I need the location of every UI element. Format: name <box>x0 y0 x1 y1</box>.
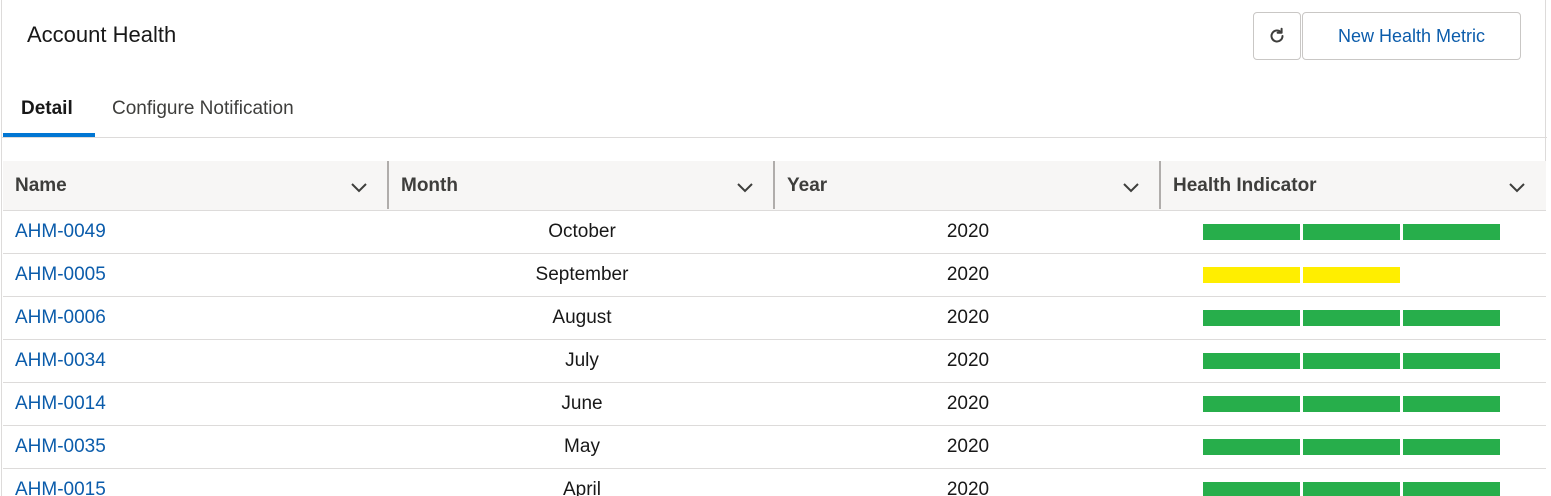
table-row: AHM-0005 September 2020 <box>3 254 1546 297</box>
health-indicator-segment <box>1303 224 1400 240</box>
tab-bar: Detail Configure Notification <box>2 80 1547 138</box>
health-indicator-segment <box>1303 353 1400 369</box>
health-indicator-bar <box>1203 267 1400 283</box>
health-metrics-table: Name Month Year Health Indicator AHM-004… <box>3 161 1546 496</box>
health-indicator-segment <box>1203 310 1300 326</box>
health-indicator-bar <box>1203 482 1500 496</box>
health-indicator-segment <box>1403 310 1500 326</box>
month-cell: April <box>562 479 601 496</box>
year-cell: 2020 <box>946 221 990 242</box>
table-row: AHM-0049 October 2020 <box>3 211 1546 254</box>
health-indicator-segment <box>1403 439 1500 455</box>
column-header-health-indicator[interactable]: Health Indicator <box>1161 161 1317 211</box>
year-cell: 2020 <box>946 264 990 285</box>
year-cell: 2020 <box>946 479 990 496</box>
record-name-link[interactable]: AHM-0006 <box>15 297 106 339</box>
health-indicator-bar <box>1203 224 1500 240</box>
record-name-link[interactable]: AHM-0034 <box>15 340 106 382</box>
table-header-row: Name Month Year Health Indicator <box>3 161 1546 211</box>
health-indicator-segment <box>1403 353 1500 369</box>
health-indicator-bar <box>1203 310 1500 326</box>
chevron-down-icon[interactable] <box>735 177 755 197</box>
month-cell: June <box>561 393 603 414</box>
year-cell: 2020 <box>946 350 990 371</box>
tab-detail[interactable]: Detail <box>21 80 73 138</box>
health-indicator-segment <box>1403 396 1500 412</box>
month-cell: August <box>552 307 612 328</box>
health-indicator-segment <box>1303 482 1400 496</box>
new-health-metric-button[interactable]: New Health Metric <box>1302 12 1521 60</box>
record-name-link[interactable]: AHM-0014 <box>15 383 106 425</box>
health-indicator-segment <box>1203 267 1300 283</box>
refresh-button[interactable] <box>1253 12 1301 60</box>
health-indicator-bar <box>1203 439 1500 455</box>
card-title: Account Health <box>27 22 177 47</box>
health-indicator-segment <box>1403 482 1500 496</box>
chevron-down-icon[interactable] <box>1121 177 1141 197</box>
year-cell: 2020 <box>946 307 990 328</box>
health-indicator-segment <box>1203 482 1300 496</box>
month-cell: October <box>548 221 616 242</box>
health-indicator-segment <box>1303 439 1400 455</box>
record-name-link[interactable]: AHM-0005 <box>15 254 106 296</box>
year-cell: 2020 <box>946 393 990 414</box>
health-indicator-bar <box>1203 353 1500 369</box>
record-name-link[interactable]: AHM-0015 <box>15 469 106 496</box>
month-cell: July <box>565 350 599 371</box>
account-health-card: Account Health New Health Metric Detail … <box>1 0 1547 496</box>
table-row: AHM-0006 August 2020 <box>3 297 1546 340</box>
health-indicator-segment <box>1203 224 1300 240</box>
refresh-icon <box>1270 27 1284 43</box>
month-cell: May <box>564 436 600 457</box>
health-indicator-bar <box>1203 396 1500 412</box>
table-row: AHM-0034 July 2020 <box>3 340 1546 383</box>
health-indicator-segment <box>1203 439 1300 455</box>
health-indicator-segment <box>1303 396 1400 412</box>
year-cell: 2020 <box>946 436 990 457</box>
tab-configure-notification[interactable]: Configure Notification <box>112 80 294 138</box>
column-header-year[interactable]: Year <box>775 161 827 211</box>
table-body: AHM-0049 October 2020 AHM-0005 September 2020… <box>3 211 1546 496</box>
table-row: AHM-0015 April 2020 <box>3 469 1546 496</box>
table-row: AHM-0035 May 2020 <box>3 426 1546 469</box>
column-header-name[interactable]: Name <box>3 161 67 211</box>
health-indicator-segment <box>1403 224 1500 240</box>
column-header-month[interactable]: Month <box>389 161 458 211</box>
record-name-link[interactable]: AHM-0035 <box>15 426 106 468</box>
health-indicator-segment <box>1203 353 1300 369</box>
month-cell: September <box>535 264 629 285</box>
chevron-down-icon[interactable] <box>1507 177 1527 197</box>
record-name-link[interactable]: AHM-0049 <box>15 211 106 253</box>
active-tab-indicator <box>3 133 95 137</box>
health-indicator-segment <box>1303 267 1400 283</box>
chevron-down-icon[interactable] <box>349 177 369 197</box>
health-indicator-segment <box>1203 396 1300 412</box>
table-row: AHM-0014 June 2020 <box>3 383 1546 426</box>
health-indicator-segment <box>1303 310 1400 326</box>
